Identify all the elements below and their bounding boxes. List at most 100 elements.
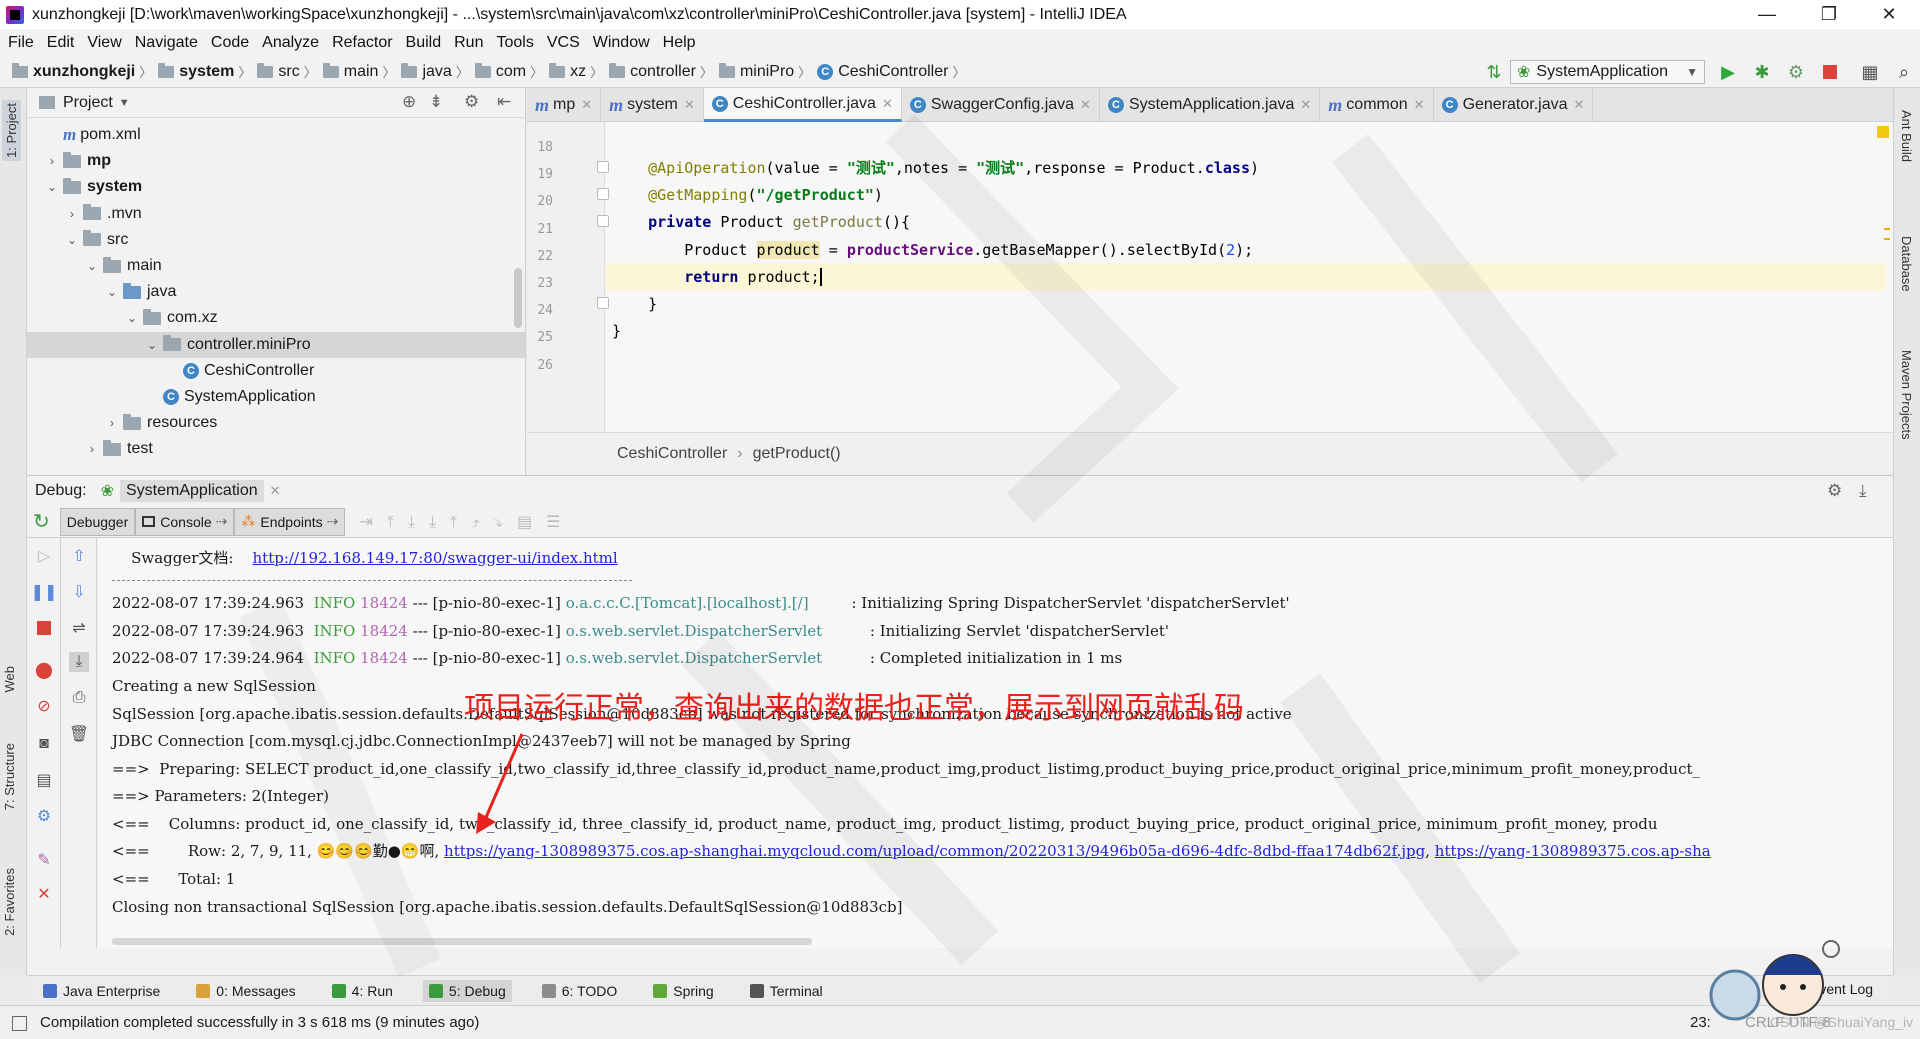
console-horizontal-scrollbar[interactable] (112, 938, 812, 945)
tab-endpoints[interactable]: ⁂ Endpoints ⇢ (234, 507, 346, 536)
up-arrow-icon[interactable]: ⇧ (69, 546, 89, 566)
chevron-down-icon[interactable]: ⌄ (145, 338, 159, 352)
maven-projects-tool-tab[interactable]: Maven Projects (1899, 350, 1914, 440)
project-tree-item[interactable]: ⌄ controller.miniPro (27, 331, 525, 358)
tool-window-button[interactable]: Java Enterprise (37, 980, 166, 1002)
menu-window[interactable]: Window (593, 34, 650, 52)
locate-icon[interactable]: ⊕ (402, 92, 416, 112)
hide-icon[interactable]: ⇤ (497, 92, 511, 112)
menu-build[interactable]: Build (406, 34, 442, 52)
nav-crumb[interactable]: src 〉 (257, 62, 322, 81)
menu-run[interactable]: Run (454, 34, 483, 52)
project-tree-item[interactable]: C CeshiController (27, 358, 525, 384)
toggle-tool-windows-icon[interactable] (12, 1016, 27, 1031)
tool-window-button[interactable]: 4: Run (326, 980, 399, 1002)
close-tab-icon[interactable]: ✕ (1300, 97, 1311, 113)
run-icon[interactable]: ▶ (1716, 60, 1740, 84)
project-panel-title[interactable]: Project (63, 94, 113, 112)
stop-icon[interactable] (1818, 60, 1842, 84)
project-scrollbar[interactable] (514, 268, 522, 328)
menu-refactor[interactable]: Refactor (332, 34, 392, 52)
chevron-right-icon[interactable]: › (65, 207, 79, 221)
nav-crumb[interactable]: xunzhongkeji 〉 (12, 62, 158, 81)
chevron-right-icon[interactable]: › (45, 154, 59, 168)
hide-icon[interactable]: ⤓ (1859, 481, 1867, 501)
camera-icon[interactable]: ◙ (34, 734, 54, 754)
editor-tab[interactable]: m mp ✕ (527, 88, 602, 122)
build-arrows-icon[interactable]: ⇅ (1482, 60, 1506, 84)
editor-tab[interactable]: m common ✕ (1320, 88, 1434, 122)
image-url-link[interactable]: https://yang-1308989375.cos.ap-shanghai.… (444, 842, 1425, 860)
editor-tab[interactable]: C CeshiController.java ✕ (703, 88, 902, 122)
project-tree-item[interactable]: ⌄ main (27, 253, 525, 279)
menu-analyze[interactable]: Analyze (262, 34, 319, 52)
nav-crumb[interactable]: java 〉 (401, 62, 474, 81)
console-output[interactable]: Swagger文档: http://192.168.149.17:80/swag… (98, 538, 1893, 948)
tool-window-button[interactable]: 0: Messages (190, 980, 301, 1002)
step-toolbar-icons[interactable]: ⇥⤒⤓⤓⤒⤴⤵▤☰ (359, 512, 574, 532)
code-line-24[interactable]: } (612, 290, 657, 317)
close-tab-icon[interactable]: ✕ (1080, 97, 1091, 113)
search-icon[interactable]: ⌕ (1892, 60, 1916, 84)
chevron-down-icon[interactable]: ⌄ (45, 180, 59, 194)
editor-tab[interactable]: C SystemApplication.java ✕ (1100, 88, 1321, 122)
caret-position[interactable]: 23: (1690, 1014, 1711, 1031)
debug-session-tab[interactable]: SystemApplication (120, 480, 264, 502)
clear-all-icon[interactable]: 🗑 (69, 724, 89, 744)
ant-build-tool-tab[interactable]: Ant Build (1899, 110, 1914, 162)
pause-icon[interactable]: ❚❚ (31, 582, 58, 602)
gear-icon[interactable]: ⚙ (464, 92, 479, 112)
project-tree-item[interactable]: › resources (27, 410, 525, 436)
view-breakpoints-icon[interactable]: ⬤ (34, 660, 54, 680)
fold-toggle-icon[interactable] (597, 215, 609, 227)
nav-crumb[interactable]: xz 〉 (549, 62, 609, 81)
tool-window-button[interactable]: Spring (647, 980, 719, 1002)
nav-crumb[interactable]: miniPro 〉 (718, 62, 817, 81)
chevron-down-icon[interactable]: ⌄ (85, 259, 99, 273)
pin-tab-icon[interactable]: ✎ (34, 850, 54, 870)
fold-toggle-icon[interactable] (597, 297, 609, 309)
collapse-icon[interactable]: ⇟ (429, 92, 443, 112)
close-tab-icon[interactable]: ✕ (1414, 97, 1425, 113)
close-tab-icon[interactable]: ✕ (882, 96, 893, 112)
gear-icon[interactable]: ⚙ (1827, 481, 1842, 501)
warning-marker-icon[interactable] (1877, 126, 1889, 138)
breadcrumb-method[interactable]: getProduct() (753, 445, 841, 463)
nav-crumb[interactable]: controller 〉 (609, 62, 719, 81)
tab-console[interactable]: Console ⇢ (135, 507, 235, 536)
project-tree-item[interactable]: ⌄ src (27, 227, 525, 253)
nav-crumb[interactable]: main 〉 (322, 62, 402, 81)
nav-crumb[interactable]: com 〉 (474, 62, 549, 81)
web-tool-tab[interactable]: Web (2, 666, 17, 693)
nav-crumb[interactable]: system 〉 (158, 62, 257, 81)
rerun-icon[interactable]: ↻ (33, 509, 50, 534)
close-tab-icon[interactable]: ✕ (684, 97, 695, 113)
menu-view[interactable]: View (87, 34, 121, 52)
editor-tab[interactable]: C Generator.java ✕ (1434, 88, 1594, 122)
swagger-url-link[interactable]: http://192.168.149.17:80/swagger-ui/inde… (253, 549, 618, 567)
code-line-21[interactable]: private Product getProduct(){ (612, 208, 910, 235)
fold-toggle-icon[interactable] (597, 188, 609, 200)
coverage-icon[interactable]: ⚙ (1784, 60, 1808, 84)
code-line-25[interactable]: } (612, 317, 621, 344)
chevron-right-icon[interactable]: › (105, 416, 119, 430)
menu-edit[interactable]: Edit (47, 34, 75, 52)
menu-help[interactable]: Help (663, 34, 696, 52)
close-icon[interactable]: ✕ (270, 483, 281, 499)
code-line-23-current[interactable]: return product; (606, 263, 1886, 290)
mute-breakpoints-icon[interactable]: ⊘ (34, 696, 54, 716)
project-tree-item[interactable]: › .mvn (27, 201, 525, 227)
menu-tools[interactable]: Tools (496, 34, 533, 52)
chevron-down-icon[interactable]: ⌄ (125, 311, 139, 325)
menu-vcs[interactable]: VCS (547, 34, 580, 52)
chevron-right-icon[interactable]: › (85, 442, 99, 456)
image-url-link[interactable]: https://yang-1308989375.cos.ap-sha (1435, 842, 1711, 860)
menu-navigate[interactable]: Navigate (135, 34, 198, 52)
nav-crumb[interactable]: C CeshiController 〉 (817, 62, 971, 81)
fold-toggle-icon[interactable] (597, 161, 609, 173)
print-icon[interactable]: ⎙ (69, 688, 89, 708)
tool-window-button[interactable]: 6: TODO (536, 980, 624, 1002)
debug-bug-icon[interactable]: ✱ (1750, 60, 1774, 84)
menu-file[interactable]: File (8, 34, 34, 52)
close-button[interactable]: ✕ (1860, 0, 1918, 29)
